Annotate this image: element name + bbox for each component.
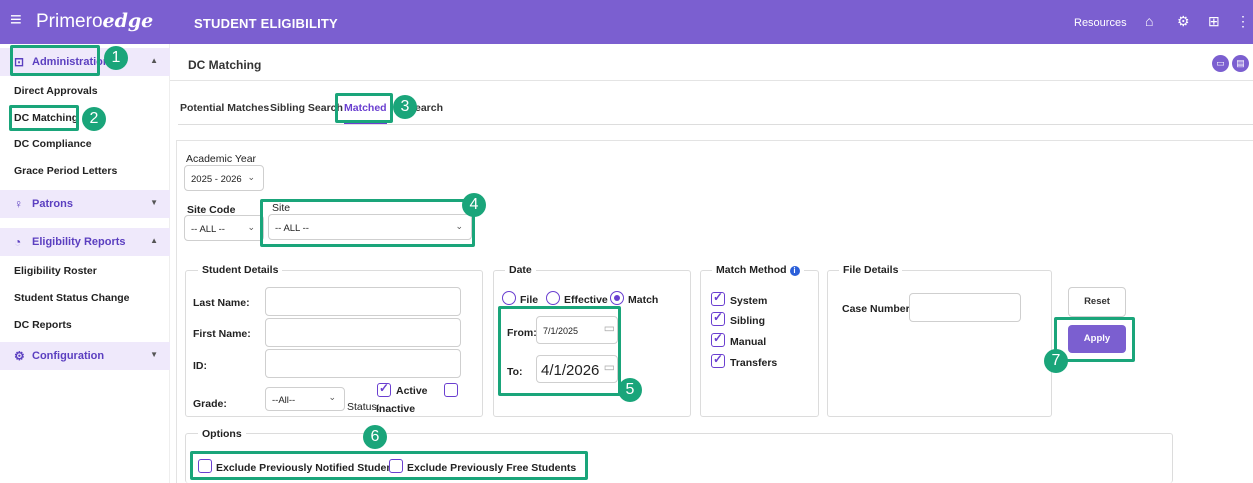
date-title: Date xyxy=(505,264,536,276)
menu-icon[interactable]: ≡ xyxy=(10,10,22,30)
logo-edge: edge xyxy=(102,10,154,32)
chevron-down-icon: ⌄ xyxy=(328,392,336,402)
header-divider xyxy=(170,80,1253,81)
file-details-title: File Details xyxy=(839,264,903,276)
status-label: Status: xyxy=(347,401,380,413)
logo-primary: Primero xyxy=(36,11,103,32)
inactive-checkbox[interactable] xyxy=(444,383,458,397)
manual-checkbox[interactable] xyxy=(711,331,725,347)
callout-1: 1 xyxy=(104,46,128,70)
person-icon: ♀ xyxy=(14,197,23,211)
last-name-label: Last Name: xyxy=(193,297,250,309)
match-method-title-text: Match Method xyxy=(716,264,787,276)
reset-button[interactable]: Reset xyxy=(1068,287,1126,317)
inactive-label: Inactive xyxy=(376,403,416,415)
id-input[interactable] xyxy=(265,349,461,378)
system-label: System xyxy=(730,295,768,307)
transfers-checkbox[interactable] xyxy=(711,352,725,368)
first-name-label: First Name: xyxy=(193,328,251,340)
sidebar-section-label: Configuration xyxy=(32,350,105,362)
highlight-matched-tab xyxy=(335,93,393,123)
callout-4: 4 xyxy=(462,193,486,217)
highlight-site xyxy=(260,199,475,247)
sidebar-section-eligibility-reports[interactable]: ◔ Eligibility Reports ▲ xyxy=(0,228,170,256)
sidebar-item-grace-period-letters[interactable]: Grace Period Letters xyxy=(14,165,117,177)
sidebar-item-dc-compliance[interactable]: DC Compliance xyxy=(14,138,92,150)
apps-grid-icon[interactable]: ⊞ xyxy=(1208,13,1220,29)
sidebar-item-student-status-change[interactable]: Student Status Change xyxy=(14,292,130,304)
tab-sibling-search[interactable]: Sibling Search xyxy=(270,102,343,114)
academic-year-label: Academic Year xyxy=(186,153,257,165)
settings-gear-icon[interactable]: ⚙ xyxy=(1177,13,1190,29)
sibling-checkbox[interactable] xyxy=(711,310,725,326)
page-title: DC Matching xyxy=(188,58,262,72)
callout-3: 3 xyxy=(393,95,417,119)
chevron-down-icon: ⌄ xyxy=(247,222,255,232)
radio-match[interactable] xyxy=(610,291,624,305)
highlight-administration xyxy=(10,45,100,76)
manual-label: Manual xyxy=(730,336,767,348)
top-bar: ≡ Primeroedge STUDENT ELIGIBILITY Resour… xyxy=(0,0,1253,44)
chevron-up-icon: ▲ xyxy=(150,56,158,65)
site-code-value: -- ALL -- xyxy=(191,224,225,235)
highlight-options xyxy=(190,451,588,480)
highlight-date-range xyxy=(498,306,621,396)
report-icon: ◔ xyxy=(14,235,22,249)
callout-7: 7 xyxy=(1044,349,1068,373)
sidebar-section-label: Eligibility Reports xyxy=(32,236,126,248)
options-title: Options xyxy=(198,428,246,440)
sidebar-item-eligibility-roster[interactable]: Eligibility Roster xyxy=(14,265,97,277)
radio-effective-label: Effective xyxy=(564,294,608,306)
logo: Primeroedge xyxy=(36,11,153,32)
radio-file[interactable] xyxy=(502,291,516,305)
sidebar-section-patrons[interactable]: ♀ Patrons ▼ xyxy=(0,190,170,218)
grade-value: --All-- xyxy=(272,395,296,406)
academic-year-select[interactable]: 2025 - 2026 ⌄ xyxy=(184,165,264,191)
radio-file-label: File xyxy=(520,294,539,306)
callout-2: 2 xyxy=(82,107,106,131)
case-number-label: Case Number: xyxy=(842,303,914,315)
system-checkbox[interactable] xyxy=(711,290,725,306)
callout-6: 6 xyxy=(363,425,387,449)
info-icon[interactable]: i xyxy=(789,266,800,276)
sibling-label: Sibling xyxy=(730,315,765,327)
video-icon[interactable]: ▭ xyxy=(1212,55,1229,72)
student-details-title: Student Details xyxy=(198,264,283,276)
gear-icon: ⚙ xyxy=(14,349,25,363)
academic-year-value: 2025 - 2026 xyxy=(191,174,242,185)
chevron-down-icon: ▼ xyxy=(150,198,158,207)
home-icon[interactable]: ⌂ xyxy=(1145,13,1153,29)
match-method-title: Match Method i xyxy=(712,264,804,276)
active-checkbox[interactable] xyxy=(377,381,391,397)
resources-link[interactable]: Resources xyxy=(1074,17,1127,29)
document-icon[interactable]: ▤ xyxy=(1232,55,1249,72)
highlight-dc-matching xyxy=(9,105,79,131)
grade-label: Grade: xyxy=(193,398,227,410)
chevron-up-icon: ▲ xyxy=(150,236,158,245)
callout-5: 5 xyxy=(618,378,642,402)
sidebar-section-configuration[interactable]: ⚙ Configuration ▼ xyxy=(0,342,170,370)
more-vertical-icon[interactable]: ⋮ xyxy=(1236,13,1250,29)
chevron-down-icon: ⌄ xyxy=(247,172,255,182)
first-name-input[interactable] xyxy=(265,318,461,347)
sidebar-item-dc-reports[interactable]: DC Reports xyxy=(14,319,72,331)
radio-effective[interactable] xyxy=(546,291,560,305)
tab-underline xyxy=(178,124,1253,125)
site-code-select[interactable]: -- ALL -- ⌄ xyxy=(184,215,264,241)
grade-select[interactable]: --All-- ⌄ xyxy=(265,387,345,411)
tab-potential-matches[interactable]: Potential Matches xyxy=(180,102,269,114)
transfers-label: Transfers xyxy=(730,357,778,369)
sidebar-section-label: Patrons xyxy=(32,198,73,210)
radio-match-label: Match xyxy=(628,294,659,306)
last-name-input[interactable] xyxy=(265,287,461,316)
id-label: ID: xyxy=(193,360,207,372)
app-title: STUDENT ELIGIBILITY xyxy=(194,16,338,31)
case-number-input[interactable] xyxy=(909,293,1021,322)
chevron-down-icon: ▼ xyxy=(150,350,158,359)
sidebar-item-direct-approvals[interactable]: Direct Approvals xyxy=(14,85,98,97)
active-label: Active xyxy=(396,385,428,397)
